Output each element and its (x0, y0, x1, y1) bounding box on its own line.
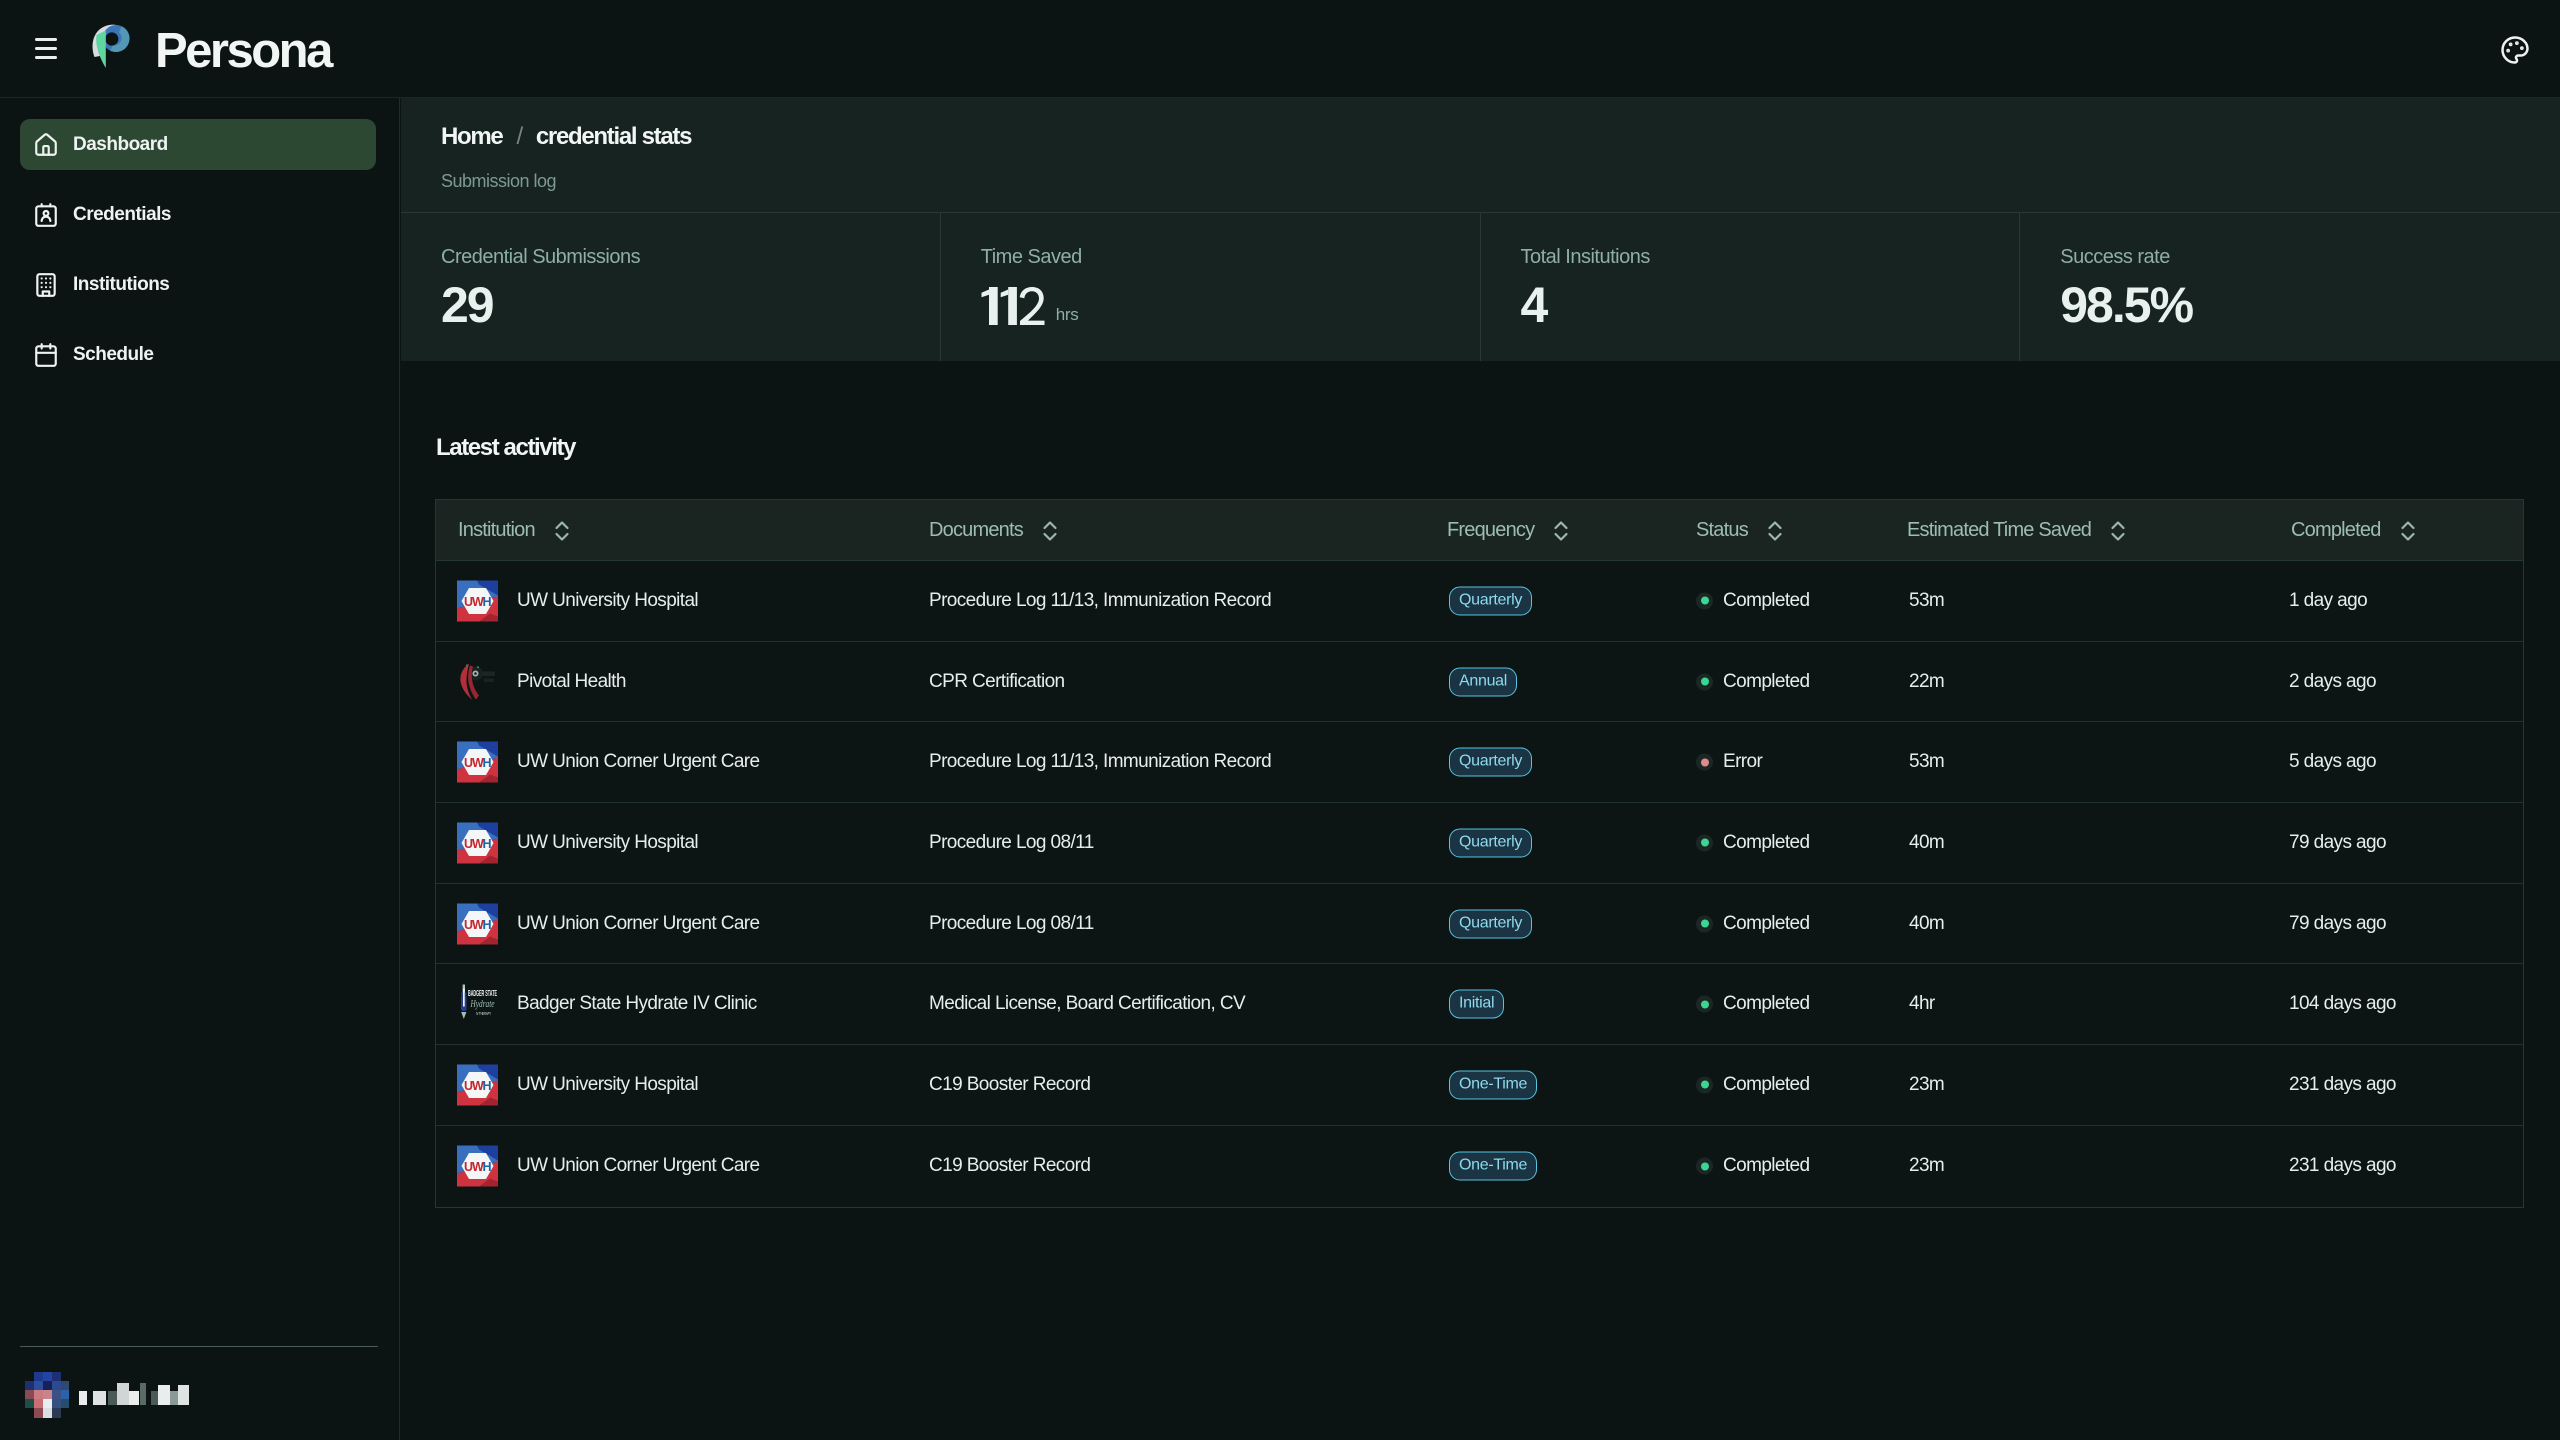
svg-text:H: H (483, 837, 492, 851)
svg-text:Hydrate: Hydrate (470, 999, 495, 1010)
svg-text:H: H (483, 918, 492, 932)
svg-text:UW: UW (464, 918, 484, 932)
svg-text:H: H (483, 1160, 492, 1174)
svg-text:H: H (483, 1079, 492, 1093)
svg-text:UW: UW (464, 1160, 484, 1174)
svg-text:UW: UW (464, 595, 484, 609)
svg-text:H: H (483, 756, 492, 770)
svg-text:H: H (483, 595, 492, 609)
svg-text:IV THERAPY: IV THERAPY (476, 1011, 491, 1016)
svg-text:UW: UW (464, 1079, 484, 1093)
svg-text:UW: UW (464, 837, 484, 851)
svg-text:BADGER STATE: BADGER STATE (468, 989, 497, 998)
svg-text:UW: UW (464, 756, 484, 770)
